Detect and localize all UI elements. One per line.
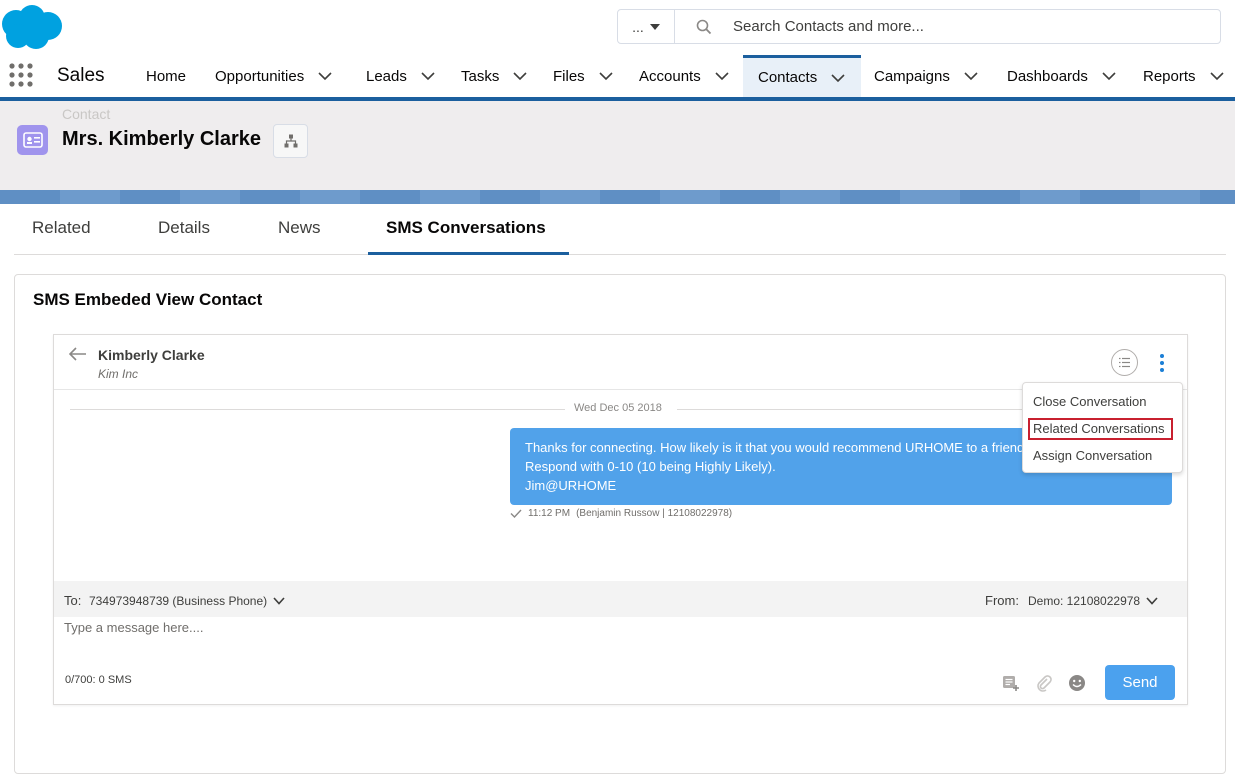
message-line: Jim@URHOME [525,478,617,493]
chevron-down-icon[interactable] [715,69,729,83]
chevron-down-icon[interactable] [599,69,613,83]
date-divider-right [677,409,1027,410]
back-arrow-icon[interactable] [68,347,87,366]
conversation-contact-name: Kimberly Clarke [98,347,205,363]
search-icon [675,19,733,35]
nav-item-label: Dashboards [1007,67,1088,85]
record-title: Mrs. Kimberly Clarke [62,128,261,150]
conversation-date: Wed Dec 05 2018 [574,402,662,414]
app-launcher-icon[interactable] [9,63,33,87]
conversation-company: Kim Inc [98,367,139,381]
send-button[interactable]: Send [1105,665,1175,700]
nav-item-label: Reports [1143,67,1196,85]
nav-item-dashboards[interactable]: Dashboards [1007,55,1116,97]
nav-item-label: Files [553,67,585,85]
character-count: 0/700: 0 SMS [65,674,132,686]
header-decoration [0,190,1235,204]
nav-item-leads[interactable]: Leads [366,55,435,97]
chevron-down-icon[interactable] [318,69,332,83]
from-label: From: [985,593,1019,608]
nav-item-opportunities[interactable]: Opportunities [215,55,332,97]
tab-sms-conversations[interactable]: SMS Conversations [386,218,546,238]
view-hierarchy-button[interactable] [273,124,308,158]
nav-item-campaigns[interactable]: Campaigns [874,55,978,97]
nav-item-tasks[interactable]: Tasks [461,55,527,97]
list-icon [1119,357,1130,368]
active-tab-indicator [368,252,569,255]
message-meta: 11:12 PM (Benjamin Russow | 12108022978) [510,508,732,519]
search-scope-dropdown[interactable]: ... [617,9,675,44]
message-sender: (Benjamin Russow | 12108022978) [576,508,733,519]
nav-item-label: Contacts [758,69,818,86]
to-label: To: [64,593,82,608]
nav-item-label: Leads [366,67,407,85]
nav-item-reports[interactable]: Reports [1143,55,1224,97]
from-number-dropdown[interactable]: Demo: 12108022978 [1028,594,1158,608]
tab-related[interactable]: Related [32,218,91,238]
nav-item-accounts[interactable]: Accounts [639,55,729,97]
caret-down-icon [649,23,660,30]
from-number-value: Demo: 12108022978 [1028,594,1141,608]
panel-header-divider [54,389,1187,390]
tabs-divider [14,254,1226,255]
search-scope-label: ... [632,18,644,35]
search-input[interactable] [733,18,1203,35]
salesforce-logo-icon[interactable] [0,4,64,55]
to-phone-dropdown[interactable]: 734973948739 (Business Phone) [89,594,285,608]
nav-item-label: Accounts [639,67,701,85]
chevron-down-icon[interactable] [1209,69,1224,83]
emoji-icon[interactable] [1067,673,1087,693]
date-divider-left [70,409,565,410]
menu-item-close-conversation[interactable]: Close Conversation [1033,394,1146,409]
nav-item-label: Campaigns [874,67,950,85]
nav-item-label: Opportunities [215,67,305,85]
chevron-down-icon [1146,597,1158,605]
card-title: SMS Embeded View Contact [33,290,263,309]
more-actions-icon[interactable] [1155,350,1169,376]
record-object-label: Contact [62,106,111,122]
tab-details[interactable]: Details [158,218,210,238]
message-time: 11:12 PM [528,508,571,519]
chevron-down-icon[interactable] [964,69,978,83]
chevron-down-icon[interactable] [513,69,527,83]
tab-news[interactable]: News [278,218,321,238]
template-icon[interactable] [1001,673,1021,693]
chevron-down-icon[interactable] [831,71,845,85]
hierarchy-icon [284,134,297,148]
contact-icon [17,125,48,155]
menu-item-assign-conversation[interactable]: Assign Conversation [1033,448,1152,463]
nav-item-label: Tasks [461,67,500,85]
delivered-check-icon [510,509,522,518]
nav-item-label: Home [146,67,187,85]
app-name: Sales [57,65,105,86]
attachment-icon[interactable] [1034,673,1054,693]
to-phone-value: 734973948739 (Business Phone) [89,594,268,608]
global-search[interactable] [674,9,1221,44]
chevron-down-icon[interactable] [421,69,435,83]
nav-item-files[interactable]: Files [553,55,613,97]
nav-item-contacts[interactable]: Contacts [743,55,861,97]
message-input[interactable] [64,620,1174,660]
chevron-down-icon[interactable] [1102,69,1116,83]
chevron-down-icon [273,597,285,605]
nav-item-home[interactable]: Home [146,55,186,97]
highlight-box [1028,418,1173,440]
conversation-list-button[interactable] [1111,349,1138,376]
